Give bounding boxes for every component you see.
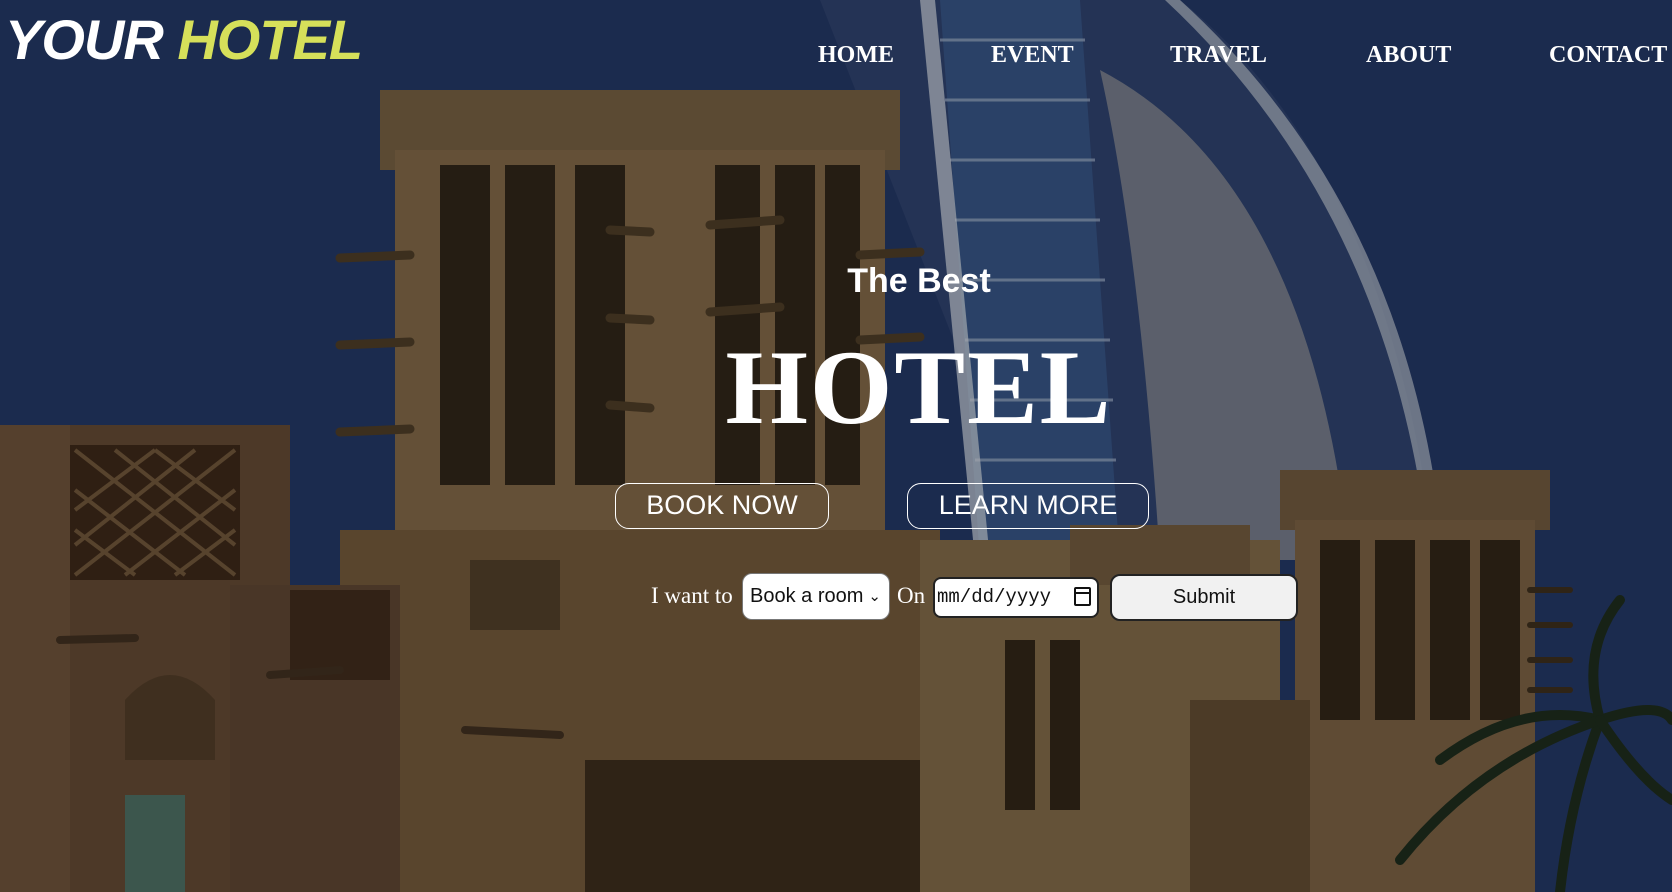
nav-item-about[interactable]: ABOUT	[1366, 42, 1451, 69]
hero-background	[0, 0, 1672, 892]
booking-type-select[interactable]: Book a room ⌄	[742, 573, 890, 620]
learn-more-button[interactable]: LEARN MORE	[907, 483, 1149, 529]
nav-item-home[interactable]: HOME	[818, 42, 894, 69]
on-label: On	[897, 583, 926, 608]
chevron-down-icon: ⌄	[868, 588, 881, 605]
nav-item-event[interactable]: EVENT	[991, 42, 1074, 69]
submit-button[interactable]: Submit	[1110, 574, 1298, 621]
date-input[interactable]: mm/dd/yyyy	[933, 577, 1099, 618]
book-now-button[interactable]: BOOK NOW	[615, 483, 829, 529]
want-to-label: I want to	[651, 583, 733, 608]
hero-subtitle: The Best	[847, 262, 991, 300]
booking-type-value: Book a room	[750, 585, 864, 607]
hero-photo	[0, 0, 1672, 892]
nav-item-contact[interactable]: CONTACT	[1549, 42, 1667, 69]
date-placeholder: mm/dd/yyyy	[937, 586, 1052, 608]
calendar-icon[interactable]	[1074, 587, 1091, 606]
hero-headline: HOTEL	[725, 329, 1113, 446]
main-nav: HOME EVENT TRAVEL ABOUT CONTACT	[0, 42, 1672, 72]
nav-item-travel[interactable]: TRAVEL	[1170, 42, 1267, 69]
